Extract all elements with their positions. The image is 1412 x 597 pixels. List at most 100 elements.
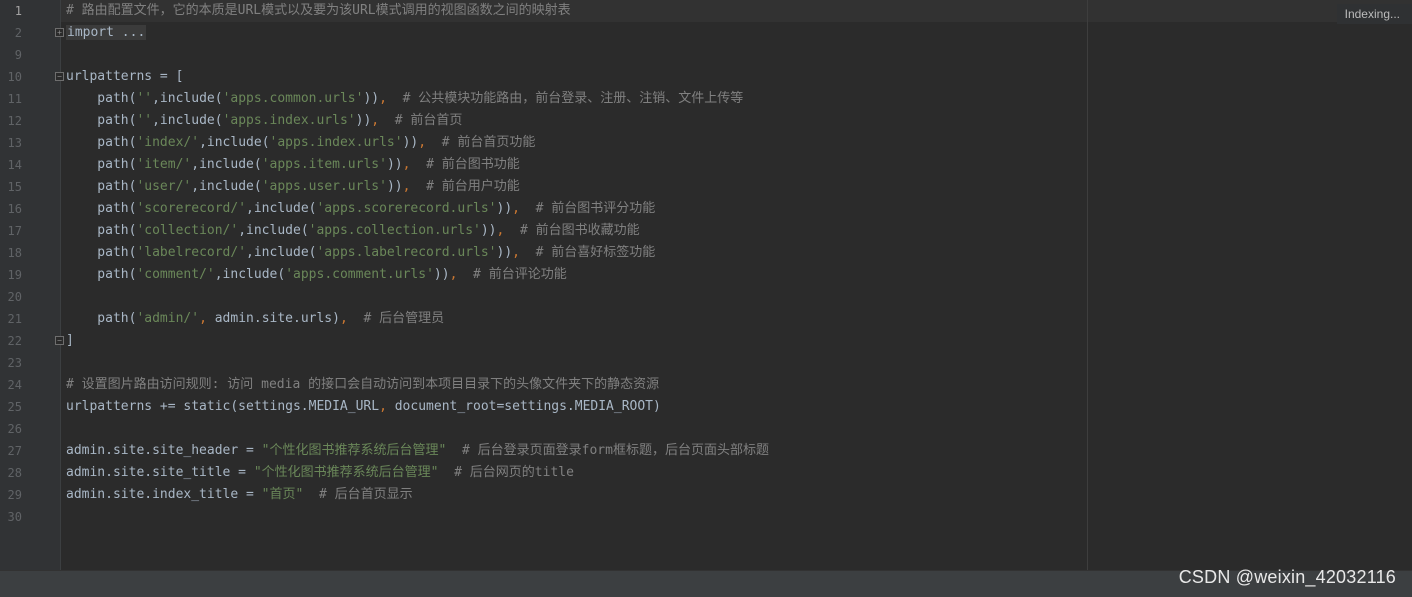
- line-number: 1: [14, 4, 22, 18]
- line-number: 30: [7, 510, 22, 524]
- code-token: path(: [66, 91, 137, 106]
- code-comment: # 路由配置文件，它的本质是URL模式以及要为该URL模式调用的视图函数之间的映…: [66, 3, 571, 18]
- code-token: ,: [371, 113, 380, 128]
- code-line[interactable]: path('',include('apps.index.urls')), # 前…: [66, 110, 462, 132]
- code-line[interactable]: path('comment/',include('apps.comment.ur…: [66, 264, 567, 286]
- code-string: 'apps.item.urls': [261, 157, 387, 172]
- code-string: 'apps.labelrecord.urls': [316, 245, 497, 260]
- code-comment: # 前台用户功能: [426, 179, 520, 194]
- code-line[interactable]: path('labelrecord/',include('apps.labelr…: [66, 242, 655, 264]
- line-number: 17: [7, 224, 22, 238]
- code-line[interactable]: path('scorerecord/',include('apps.scorer…: [66, 198, 655, 220]
- code-token: ,include(: [191, 179, 262, 194]
- code-token: )): [386, 179, 403, 194]
- code-token: admin.site.site_header =: [66, 443, 262, 458]
- fold-toggle-icon[interactable]: +: [55, 28, 64, 37]
- line-number-gutter[interactable]: 1 2 9 10 11 12 13 14 15 16 17 18 19 20 21 22 23 24 25 26 27 2…: [0, 0, 61, 570]
- line-number: 9: [14, 48, 22, 62]
- code-line[interactable]: # 路由配置文件，它的本质是URL模式以及要为该URL模式调用的视图函数之间的映…: [66, 0, 571, 22]
- code-token: ,include(: [152, 113, 223, 128]
- code-token: ,: [379, 91, 387, 106]
- code-string: 'comment/': [136, 267, 215, 282]
- code-string: 'apps.index.urls': [269, 135, 403, 150]
- line-number: 19: [7, 268, 22, 282]
- code-line[interactable]: path('user/',include('apps.user.urls')),…: [66, 176, 520, 198]
- code-line[interactable]: # 设置图片路由访问规则: 访问 media 的接口会自动访问到本项目目录下的头…: [66, 374, 659, 396]
- code-token: ,include(: [246, 245, 317, 260]
- code-token: admin.site.site_title =: [66, 465, 254, 480]
- code-string: 'apps.common.urls': [222, 91, 364, 106]
- code-comment: # 设置图片路由访问规则: 访问 media 的接口会自动访问到本项目目录下的头…: [66, 377, 660, 392]
- csdn-watermark: CSDN @weixin_42032116: [1178, 567, 1396, 587]
- code-token: )): [402, 135, 419, 150]
- code-token: admin.site.urls): [206, 311, 340, 326]
- line-number: 25: [7, 400, 22, 414]
- code-string: 'collection/': [136, 223, 239, 238]
- code-line[interactable]: import ...: [66, 22, 147, 44]
- code-token: path(: [66, 267, 137, 282]
- line-number: 12: [7, 114, 22, 128]
- fold-toggle-icon[interactable]: −: [55, 72, 64, 81]
- fold-toggle-icon[interactable]: −: [55, 336, 64, 345]
- line-number: 14: [7, 158, 22, 172]
- code-string: "个性化图书推荐系统后台管理": [253, 465, 439, 480]
- code-token: path(: [66, 113, 137, 128]
- right-margin-guide: [1087, 0, 1088, 570]
- code-line[interactable]: path('collection/',include('apps.collect…: [66, 220, 640, 242]
- code-string: 'apps.index.urls': [222, 113, 356, 128]
- code-string: 'apps.collection.urls': [308, 223, 481, 238]
- code-line[interactable]: path('index/',include('apps.index.urls')…: [66, 132, 535, 154]
- code-token: path(: [66, 245, 137, 260]
- line-number: 11: [7, 92, 22, 106]
- line-number: 15: [7, 180, 22, 194]
- code-line[interactable]: path('',include('apps.common.urls')), # …: [66, 88, 743, 110]
- code-comment: # 前台图书功能: [426, 157, 520, 172]
- code-line[interactable]: path('admin/', admin.site.urls), # 后台管理员: [66, 308, 444, 330]
- code-string: 'apps.scorerecord.urls': [316, 201, 497, 216]
- code-comment: # 前台首页功能: [441, 135, 536, 150]
- code-line[interactable]: admin.site.site_title = "个性化图书推荐系统后台管理" …: [66, 462, 574, 484]
- folded-imports[interactable]: import ...: [66, 25, 147, 40]
- code-string: 'user/': [136, 179, 192, 194]
- code-token: )): [480, 223, 497, 238]
- code-token: ,include(: [199, 135, 270, 150]
- code-comment: # 前台图书收藏功能: [519, 223, 640, 238]
- line-number: 2: [14, 26, 22, 40]
- code-string: 'admin/': [136, 311, 200, 326]
- code-comment: # 后台首页显示: [318, 487, 413, 502]
- code-line[interactable]: path('item/',include('apps.item.urls')),…: [66, 154, 520, 176]
- code-comment: # 前台评论功能: [473, 267, 567, 282]
- code-comment: # 后台网页的title: [454, 465, 574, 480]
- code-string: 'apps.comment.urls': [285, 267, 434, 282]
- code-comment: # 前台首页: [394, 113, 463, 128]
- code-token: path(: [66, 223, 137, 238]
- code-token: ,: [199, 311, 207, 326]
- code-comment: # 前台喜好标签功能: [535, 245, 656, 260]
- code-line[interactable]: urlpatterns += static(settings.MEDIA_URL…: [66, 396, 661, 418]
- code-token: ,: [418, 135, 427, 150]
- code-token: ,: [339, 311, 348, 326]
- code-line[interactable]: ]: [66, 330, 74, 352]
- code-string: 'apps.user.urls': [261, 179, 387, 194]
- code-token: path(: [66, 157, 137, 172]
- code-string: 'scorerecord/': [136, 201, 247, 216]
- code-line[interactable]: admin.site.index_title = "首页" # 后台首页显示: [66, 484, 413, 506]
- code-token: path(: [66, 179, 137, 194]
- code-string: 'item/': [136, 157, 192, 172]
- code-string: '': [136, 113, 153, 128]
- code-line[interactable]: admin.site.site_header = "个性化图书推荐系统后台管理"…: [66, 440, 769, 462]
- code-comment: # 后台管理员: [363, 311, 445, 326]
- code-token: )): [433, 267, 450, 282]
- code-token: ,: [512, 245, 520, 260]
- code-token: path(: [66, 201, 137, 216]
- code-token: )): [386, 157, 403, 172]
- indexing-indicator[interactable]: Indexing...: [1336, 4, 1412, 24]
- line-number: 13: [7, 136, 22, 150]
- code-line[interactable]: urlpatterns = [: [66, 66, 183, 88]
- code-string: "首页": [261, 487, 304, 502]
